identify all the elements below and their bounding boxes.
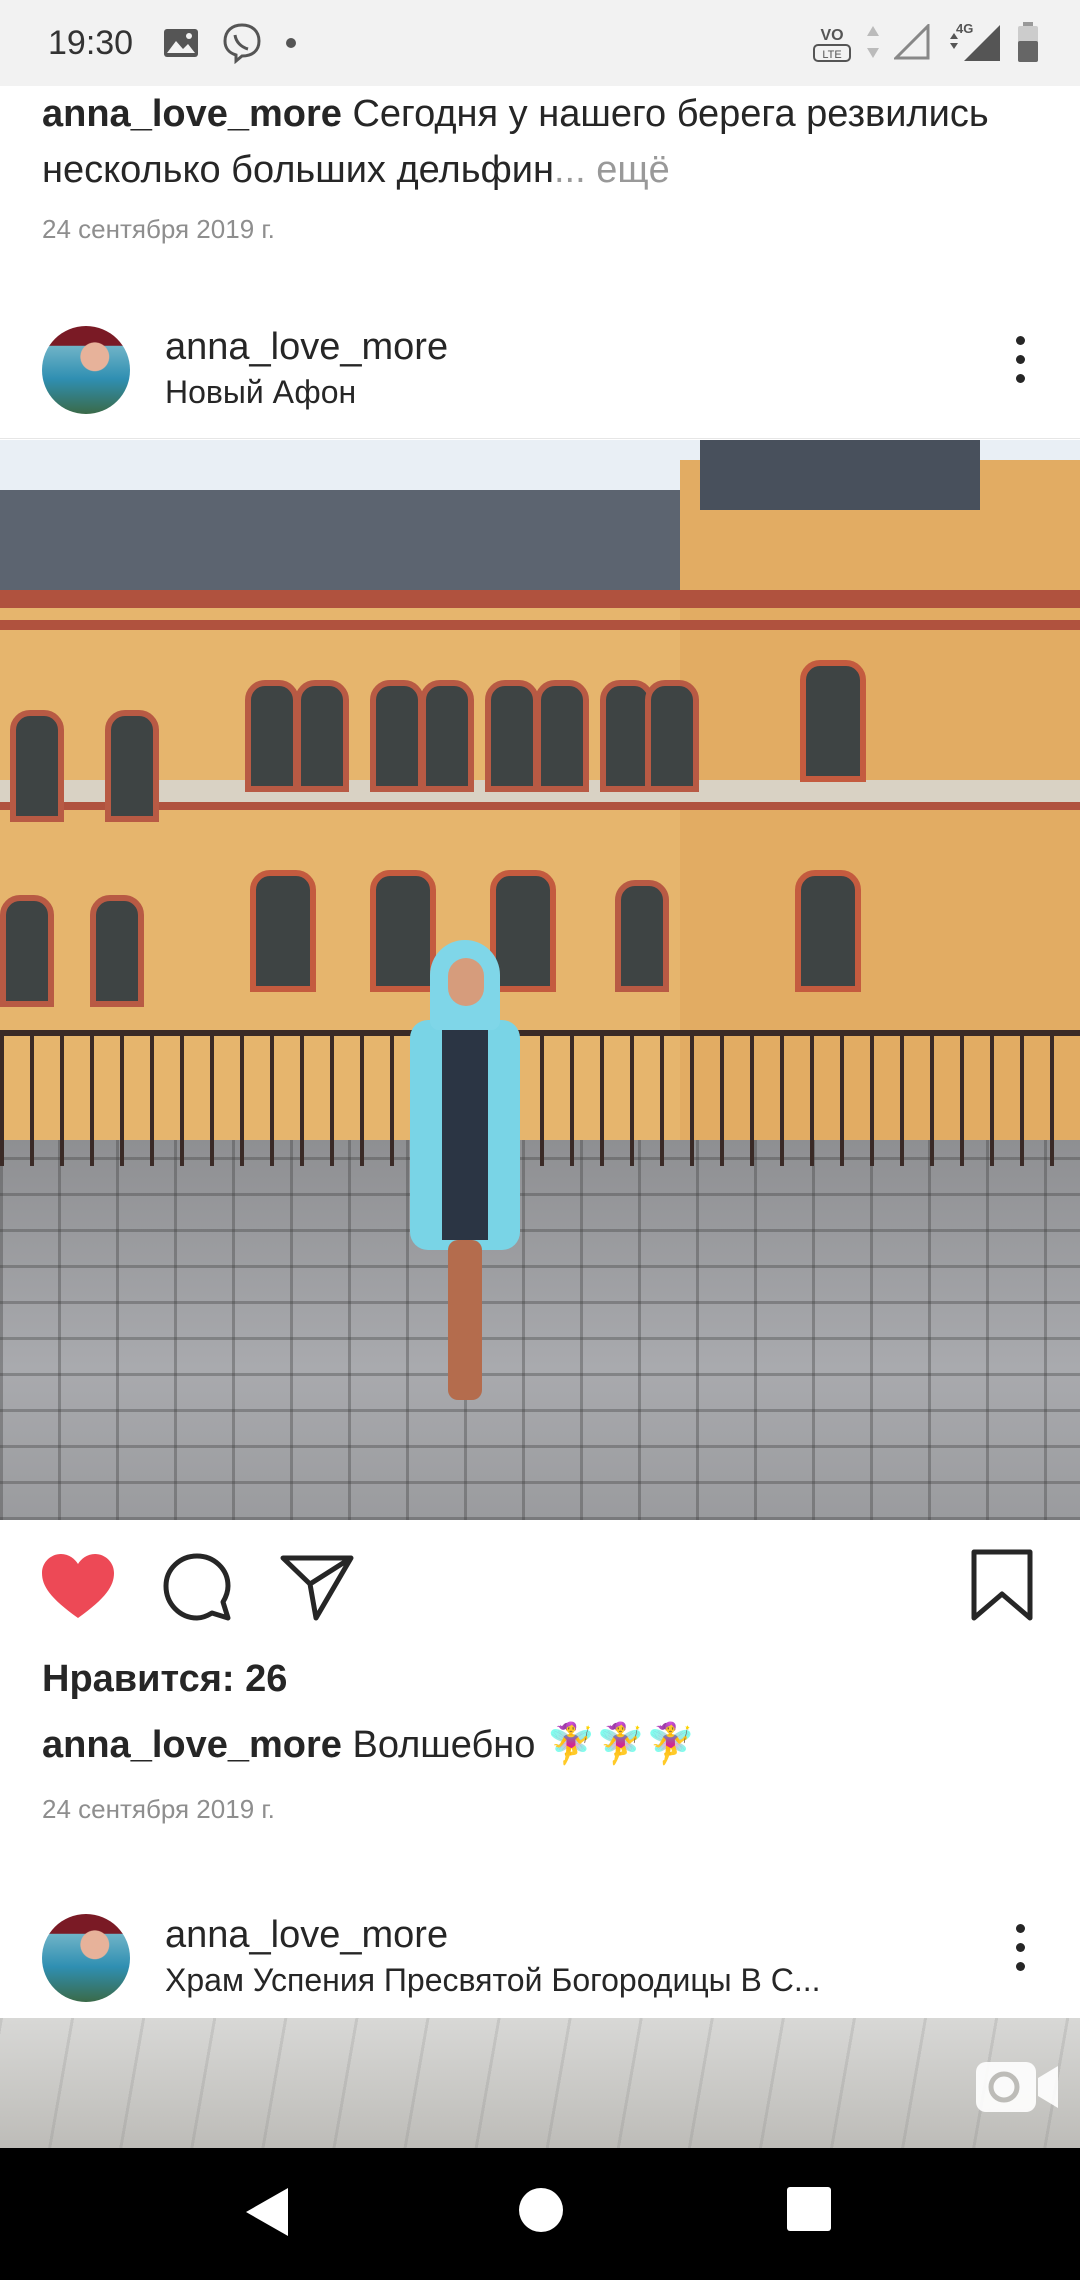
next-post-photo[interactable] — [0, 2018, 1080, 2148]
volte-icon: VO LTE — [812, 18, 852, 66]
status-bar: 19:30 VO LTE 4G — [0, 0, 1080, 86]
caption-username[interactable]: anna_love_more — [42, 1724, 342, 1766]
post-username[interactable]: anna_love_more — [165, 326, 448, 369]
divider — [0, 438, 1080, 439]
more-options-icon[interactable] — [1010, 1924, 1030, 1984]
svg-text:VO: VO — [820, 27, 843, 44]
back-icon[interactable] — [244, 2186, 290, 2243]
4g-signal-icon: 4G — [944, 21, 1002, 63]
recents-icon[interactable] — [786, 2186, 832, 2237]
heart-icon[interactable] — [40, 1552, 116, 1625]
more-link[interactable]: ... ещё — [554, 149, 670, 191]
post-actions — [0, 1540, 1080, 1630]
svg-text:LTE: LTE — [822, 49, 841, 61]
avatar[interactable] — [42, 1914, 130, 2002]
navigation-bar — [0, 2148, 1080, 2280]
post-photo[interactable] — [0, 440, 1080, 1520]
caption-username[interactable]: anna_love_more — [42, 93, 342, 135]
post-date: 24 сентября 2019 г. — [42, 214, 275, 244]
signal-weak-icon — [894, 24, 930, 60]
post-location[interactable]: Храм Успения Пресвятой Богородицы В С... — [165, 1962, 925, 1999]
comment-icon[interactable] — [162, 1552, 232, 1627]
previous-post-caption[interactable]: anna_love_more Сегодня у нашего берега р… — [42, 86, 1042, 198]
caption-emoji: 🧚‍♀️🧚‍♀️🧚‍♀️ — [545, 1722, 696, 1766]
post-header: anna_love_more Новый Афон — [0, 296, 1080, 426]
battery-icon — [1016, 21, 1040, 63]
notification-dot-icon — [285, 37, 297, 49]
avatar[interactable] — [42, 326, 130, 414]
post-location[interactable]: Новый Афон — [165, 374, 356, 411]
next-post-header: anna_love_more Храм Успения Пресвятой Бо… — [0, 1884, 1080, 2014]
viber-icon — [221, 22, 263, 64]
likes-count[interactable]: Нравится: 26 — [42, 1658, 287, 1701]
home-icon[interactable] — [517, 2186, 565, 2239]
more-options-icon[interactable] — [1010, 336, 1030, 396]
svg-text:4G: 4G — [956, 21, 973, 36]
post-date: 24 сентября 2019 г. — [42, 1794, 275, 1824]
data-arrows-icon — [866, 24, 880, 60]
bookmark-icon[interactable] — [970, 1548, 1034, 1627]
caption-text: Волшебно — [352, 1724, 536, 1766]
share-icon[interactable] — [280, 1552, 354, 1627]
post-username[interactable]: anna_love_more — [165, 1914, 448, 1957]
post-caption[interactable]: anna_love_more Волшебно 🧚‍♀️🧚‍♀️🧚‍♀️ — [42, 1718, 695, 1771]
video-camera-icon — [974, 2058, 1060, 2116]
gallery-icon — [163, 28, 199, 58]
status-time: 19:30 — [48, 23, 134, 62]
